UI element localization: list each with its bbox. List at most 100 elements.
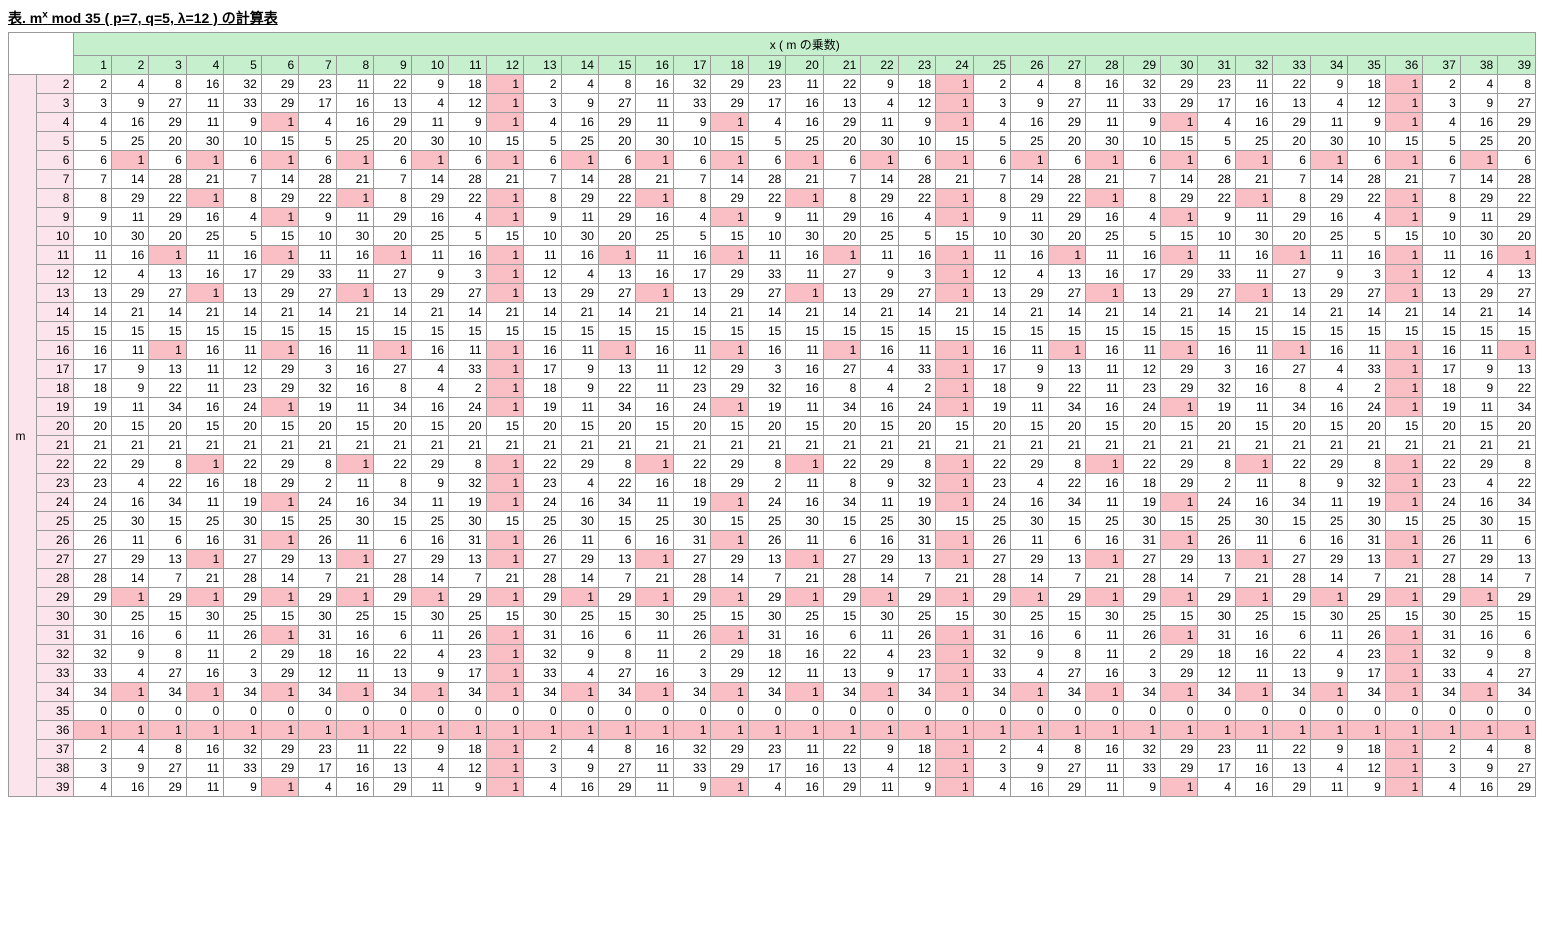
data-cell: 1 bbox=[486, 265, 523, 284]
data-cell: 1 bbox=[1498, 341, 1536, 360]
data-cell: 4 bbox=[1460, 474, 1497, 493]
data-cell: 14 bbox=[1011, 569, 1048, 588]
data-cell: 5 bbox=[973, 132, 1010, 151]
data-cell: 1 bbox=[1385, 531, 1422, 550]
data-cell: 16 bbox=[336, 493, 373, 512]
data-cell: 9 bbox=[111, 645, 148, 664]
data-cell: 21 bbox=[186, 569, 223, 588]
data-cell: 16 bbox=[861, 341, 898, 360]
data-cell: 16 bbox=[1235, 493, 1272, 512]
data-cell: 9 bbox=[861, 740, 898, 759]
data-cell: 24 bbox=[748, 493, 785, 512]
data-cell: 1 bbox=[786, 588, 823, 607]
data-cell: 29 bbox=[261, 284, 298, 303]
data-cell: 19 bbox=[524, 398, 561, 417]
data-cell: 21 bbox=[186, 303, 223, 322]
data-cell: 1 bbox=[1086, 721, 1123, 740]
data-cell: 29 bbox=[1460, 455, 1497, 474]
data-cell: 21 bbox=[186, 170, 223, 189]
data-cell: 11 bbox=[673, 341, 710, 360]
data-cell: 11 bbox=[111, 208, 148, 227]
data-cell: 9 bbox=[111, 360, 148, 379]
col-head: 29 bbox=[1123, 56, 1160, 75]
data-cell: 23 bbox=[1198, 75, 1235, 94]
data-cell: 1 bbox=[374, 341, 411, 360]
data-cell: 0 bbox=[261, 702, 298, 721]
data-cell: 30 bbox=[1011, 227, 1048, 246]
data-cell: 1 bbox=[1385, 721, 1422, 740]
data-cell: 16 bbox=[636, 398, 673, 417]
data-cell: 29 bbox=[1161, 550, 1198, 569]
data-cell: 4 bbox=[748, 113, 785, 132]
data-cell: 9 bbox=[1123, 778, 1160, 797]
data-cell: 16 bbox=[336, 778, 373, 797]
data-cell: 12 bbox=[898, 94, 935, 113]
data-cell: 22 bbox=[374, 740, 411, 759]
data-cell: 21 bbox=[1310, 303, 1347, 322]
data-cell: 11 bbox=[1011, 531, 1048, 550]
data-cell: 16 bbox=[1460, 626, 1497, 645]
data-cell: 1 bbox=[486, 284, 523, 303]
data-cell: 8 bbox=[1198, 455, 1235, 474]
data-cell: 21 bbox=[486, 170, 523, 189]
col-head: 38 bbox=[1460, 56, 1497, 75]
data-cell: 6 bbox=[1498, 626, 1536, 645]
data-cell: 1 bbox=[1086, 588, 1123, 607]
data-cell: 0 bbox=[1385, 702, 1422, 721]
data-cell: 32 bbox=[1348, 474, 1385, 493]
data-cell: 27 bbox=[823, 265, 860, 284]
data-cell: 11 bbox=[1348, 341, 1385, 360]
data-cell: 1 bbox=[936, 721, 973, 740]
data-cell: 18 bbox=[449, 75, 486, 94]
data-cell: 30 bbox=[111, 512, 148, 531]
data-cell: 1 bbox=[1198, 721, 1235, 740]
data-cell: 25 bbox=[1011, 607, 1048, 626]
data-cell: 20 bbox=[74, 417, 111, 436]
data-cell: 9 bbox=[673, 113, 710, 132]
data-cell: 1 bbox=[636, 189, 673, 208]
data-cell: 21 bbox=[224, 436, 261, 455]
row-head: 22 bbox=[36, 455, 73, 474]
data-cell: 0 bbox=[1161, 702, 1198, 721]
data-cell: 14 bbox=[1423, 303, 1460, 322]
data-cell: 21 bbox=[711, 436, 748, 455]
row-head: 23 bbox=[36, 474, 73, 493]
data-cell: 11 bbox=[74, 246, 111, 265]
data-cell: 1 bbox=[336, 721, 373, 740]
data-cell: 14 bbox=[224, 303, 261, 322]
data-cell: 0 bbox=[224, 702, 261, 721]
data-cell: 0 bbox=[1423, 702, 1460, 721]
col-head: 6 bbox=[261, 56, 298, 75]
data-cell: 8 bbox=[1048, 740, 1085, 759]
data-cell: 24 bbox=[299, 493, 336, 512]
data-cell: 14 bbox=[411, 569, 448, 588]
data-cell: 20 bbox=[898, 417, 935, 436]
data-cell: 21 bbox=[1086, 170, 1123, 189]
data-cell: 0 bbox=[1310, 702, 1347, 721]
data-cell: 24 bbox=[1423, 493, 1460, 512]
data-cell: 15 bbox=[1048, 322, 1085, 341]
data-cell: 11 bbox=[1310, 778, 1347, 797]
data-cell: 1 bbox=[111, 588, 148, 607]
data-cell: 15 bbox=[1123, 322, 1160, 341]
data-cell: 7 bbox=[299, 569, 336, 588]
data-cell: 16 bbox=[1460, 778, 1497, 797]
data-cell: 11 bbox=[861, 246, 898, 265]
data-cell: 11 bbox=[186, 493, 223, 512]
data-cell: 29 bbox=[1161, 664, 1198, 683]
data-cell: 14 bbox=[1310, 569, 1347, 588]
data-cell: 27 bbox=[1048, 759, 1085, 778]
data-cell: 20 bbox=[823, 132, 860, 151]
data-cell: 1 bbox=[1423, 721, 1460, 740]
data-cell: 23 bbox=[1198, 740, 1235, 759]
data-cell: 19 bbox=[898, 493, 935, 512]
data-cell: 27 bbox=[1273, 265, 1310, 284]
data-cell: 15 bbox=[1161, 132, 1198, 151]
data-cell: 24 bbox=[74, 493, 111, 512]
data-cell: 8 bbox=[823, 379, 860, 398]
data-cell: 14 bbox=[1123, 303, 1160, 322]
data-cell: 25 bbox=[1011, 132, 1048, 151]
data-cell: 3 bbox=[224, 664, 261, 683]
data-cell: 21 bbox=[936, 303, 973, 322]
data-cell: 29 bbox=[111, 550, 148, 569]
